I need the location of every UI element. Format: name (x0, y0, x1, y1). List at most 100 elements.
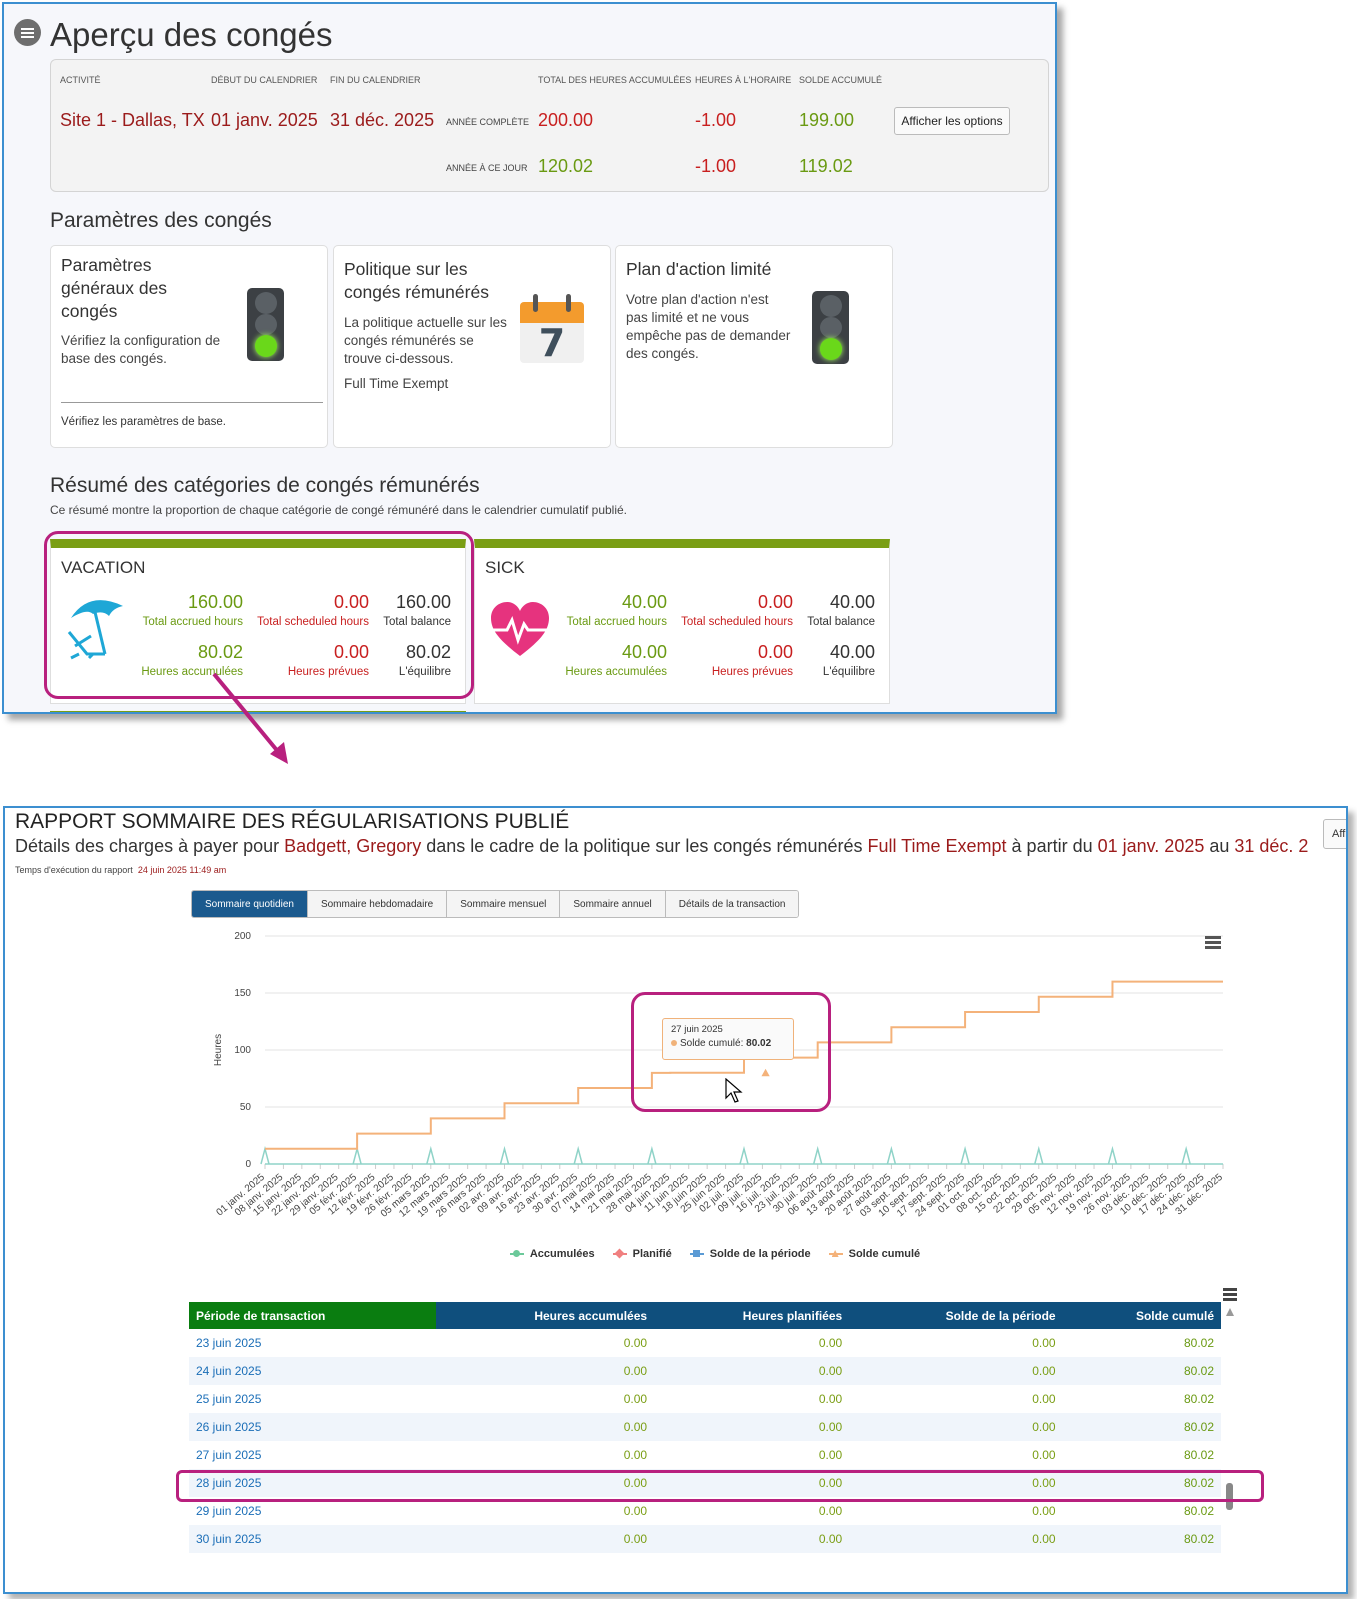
accrued-spike (499, 1145, 510, 1165)
cell-period[interactable]: 26 juin 2025 (189, 1413, 436, 1441)
policy-name: Full Time Exempt (344, 376, 449, 391)
table-row[interactable]: 27 juin 2025 0.00 0.00 0.00 80.02 (189, 1441, 1221, 1469)
legend-item-cumulative-balance[interactable]: Solde cumulé (828, 1248, 920, 1260)
show-options-button[interactable]: Afficher les options (894, 107, 1010, 135)
tab-daily-summary[interactable]: Sommaire quotidien (192, 891, 308, 917)
sick-accrued-label: Heures accumulées (565, 666, 667, 678)
chart-menu-icon[interactable] (1205, 936, 1221, 949)
legend-item-period-balance[interactable]: Solde de la période (689, 1248, 811, 1260)
tab-transaction-details[interactable]: Détails de la transaction (665, 891, 799, 917)
accrued-spike (352, 1145, 362, 1165)
full-year-label: ANNÉE COMPLÈTE (446, 117, 530, 127)
header-calendar-start: DÉBUT DU CALENDRIER (211, 75, 318, 85)
accrued-spike (426, 1145, 436, 1165)
sick-total-accrued-label: Total accrued hours (566, 616, 667, 628)
legend-item-scheduled[interactable]: Planifié (612, 1248, 672, 1260)
accrued-spike (647, 1145, 657, 1165)
cell-scheduled: 0.00 (818, 1336, 843, 1350)
scroll-up-icon[interactable] (1226, 1308, 1234, 1316)
card-description: Votre plan d'action n'est pas limité et … (626, 292, 791, 361)
cell-scheduled: 0.00 (818, 1392, 843, 1406)
accrued-spike (1181, 1145, 1191, 1165)
col-cumulative-balance[interactable]: Solde cumulé (1062, 1302, 1221, 1329)
report-description: Détails des charges à payer pour Badgett… (15, 836, 1309, 856)
categories-section-subtitle: Ce résumé montre la proportion de chaque… (50, 503, 628, 517)
table-row[interactable]: 30 juin 2025 0.00 0.00 0.00 80.02 (189, 1525, 1221, 1553)
ytd-scheduled: -1.00 (695, 156, 737, 176)
calendar-start: 01 janv. 2025 (211, 110, 318, 130)
y-axis-label: Heures (213, 1034, 224, 1066)
col-accrued-hours[interactable]: Heures accumulées (436, 1302, 655, 1329)
sick-accrued: 40.00 (621, 642, 667, 662)
header-balance: SOLDE ACCUMULÉ (799, 75, 883, 85)
y-tick-label: 150 (234, 988, 251, 999)
table-row[interactable]: 25 juin 2025 0.00 0.00 0.00 80.02 (189, 1385, 1221, 1413)
cell-period-balance: 0.00 (1032, 1336, 1056, 1350)
cell-period[interactable]: 24 juin 2025 (189, 1357, 436, 1385)
settings-section-title: Paramètres des congés (50, 209, 272, 232)
header-total-accrued: TOTAL DES HEURES ACCUMULÉES (538, 75, 692, 85)
general-settings-card[interactable]: Paramètres généraux des congés Vérifiez … (50, 245, 328, 448)
cell-period[interactable]: 23 juin 2025 (189, 1329, 436, 1357)
col-scheduled-hours[interactable]: Heures planifiées (654, 1302, 850, 1329)
policy-name: Full Time Exempt (867, 836, 1007, 856)
cell-period[interactable]: 25 juin 2025 (189, 1385, 436, 1413)
col-period-balance[interactable]: Solde de la période (849, 1302, 1063, 1329)
highlight-selected-row (176, 1470, 1264, 1502)
categories-section-title: Résumé des catégories de congés rémunéré… (50, 474, 480, 497)
limited-action-plan-card[interactable]: Plan d'action limité Votre plan d'action… (615, 245, 893, 448)
accrual-report-panel: RAPPORT SOMMAIRE DES RÉGULARISATIONS PUB… (3, 806, 1348, 1594)
accrued-spike (739, 1145, 749, 1165)
traffic-light-green-icon (247, 288, 284, 361)
accrued-spike (1034, 1145, 1044, 1165)
ytd-accrued: 120.02 (538, 156, 594, 176)
cell-period[interactable]: 27 juin 2025 (189, 1441, 436, 1469)
page-title: Aperçu des congés (50, 16, 333, 53)
activity-site: Site 1 - Dallas, TX (60, 110, 205, 130)
y-tick-label: 50 (240, 1102, 252, 1113)
card-description: Vérifiez la configuration de base des co… (61, 333, 221, 366)
tab-weekly-summary[interactable]: Sommaire hebdomadaire (307, 891, 448, 917)
cell-scheduled: 0.00 (654, 1525, 850, 1553)
cell-accrued: 0.00 (436, 1357, 655, 1385)
full-year-scheduled: -1.00 (695, 110, 737, 130)
ytd-label: ANNÉE À CE JOUR (446, 163, 528, 173)
table-menu-icon[interactable] (1223, 1288, 1237, 1301)
transactions-table: Période de transaction Heures accumulées… (189, 1302, 1221, 1553)
sick-total-accrued: 40.00 (621, 592, 667, 612)
cell-scheduled: 0.00 (654, 1413, 850, 1441)
cell-cumulative: 80.02 (1062, 1413, 1221, 1441)
sick-scheduled: 0.00 (757, 642, 793, 662)
leave-summary-box: ACTIVITÉ DÉBUT DU CALENDRIER FIN DU CALE… (50, 59, 1049, 192)
card-title: Paramètres généraux des congés (61, 255, 168, 321)
calendar-icon: 7 (520, 294, 584, 365)
to-date: 31 déc. 2 (1234, 836, 1309, 856)
cell-period[interactable]: 30 juin 2025 (189, 1525, 436, 1553)
table-row[interactable]: 26 juin 2025 0.00 0.00 0.00 80.02 (189, 1413, 1221, 1441)
table-row[interactable]: 24 juin 2025 0.00 0.00 0.00 80.02 (189, 1357, 1221, 1385)
col-transaction-period[interactable]: Période de transaction (189, 1302, 436, 1329)
show-options-button[interactable]: Affi (1323, 819, 1346, 849)
header-scheduled: HEURES À L'HORAIRE (695, 75, 792, 85)
cell-accrued: 0.00 (436, 1525, 655, 1553)
check-base-settings-link[interactable]: Vérifiez les paramètres de base. (61, 416, 226, 428)
from-date: 01 janv. 2025 (1097, 836, 1205, 856)
sick-balance-label: L'équilibre (822, 666, 875, 678)
hamburger-menu-icon[interactable] (14, 19, 41, 46)
cell-period-balance: 0.00 (849, 1525, 1063, 1553)
accrued-spike (960, 1145, 970, 1165)
cell-accrued: 0.00 (623, 1336, 648, 1350)
tab-monthly-summary[interactable]: Sommaire mensuel (447, 891, 561, 917)
calendar-end: 31 déc. 2025 (330, 110, 435, 130)
ytd-balance: 119.02 (799, 156, 853, 176)
table-row[interactable]: 23 juin 2025 0.00 0.00 0.00 80.02 (189, 1329, 1221, 1357)
cell-period-balance: 0.00 (849, 1413, 1063, 1441)
legend-item-accrued[interactable]: Accumulées (509, 1248, 595, 1260)
cell-scheduled: 0.00 (654, 1357, 850, 1385)
y-tick-label: 0 (245, 1159, 251, 1170)
paid-leave-policy-card[interactable]: Politique sur les congés rémunérés La po… (333, 245, 611, 448)
card-title: Politique sur les congés rémunérés (344, 259, 489, 302)
cell-accrued: 0.00 (436, 1413, 655, 1441)
report-exec-time: Temps d'exécution du rapport 24 juin 202… (15, 865, 227, 875)
tab-annual-summary[interactable]: Sommaire annuel (560, 891, 666, 917)
